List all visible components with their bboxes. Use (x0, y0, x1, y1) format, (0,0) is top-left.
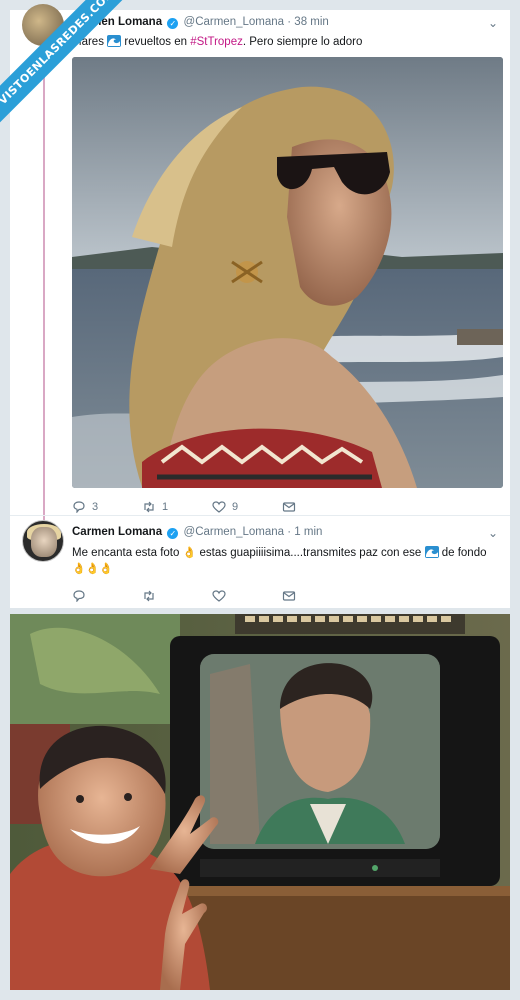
reply-icon (73, 590, 85, 602)
author-handle[interactable]: @Carmen_Lomana (184, 16, 285, 28)
heart-icon (212, 501, 226, 513)
ok-hand-emoji-icon: 👌 (182, 547, 197, 559)
ok-hand-emoji-icon: 👌 (99, 563, 114, 575)
like-count: 9 (232, 501, 239, 513)
like-button[interactable] (212, 590, 282, 602)
retweet-button[interactable] (142, 590, 212, 602)
retweet-button[interactable]: 1 (142, 501, 212, 513)
emoji-row: 👌👌👌 (72, 562, 113, 575)
avatar[interactable] (22, 520, 64, 562)
ok-hand-emoji-icon: 👌 (85, 563, 100, 575)
woman-by-sea-photo (72, 57, 503, 488)
reply-count: 3 (92, 501, 99, 513)
envelope-icon (282, 502, 296, 512)
wave-emoji-icon (424, 546, 439, 558)
retweet-icon (144, 590, 154, 602)
reply-button[interactable] (72, 590, 142, 602)
reply-button[interactable]: 3 (72, 501, 142, 513)
man-pointing-at-tv-picture (10, 614, 510, 990)
reply-icon (73, 501, 85, 513)
like-button[interactable]: 9 (212, 501, 282, 513)
retweet-count: 1 (162, 501, 169, 513)
envelope-icon (282, 591, 296, 601)
chevron-down-icon[interactable]: ⌄ (488, 16, 498, 30)
tweet-photo[interactable] (72, 57, 503, 488)
reaction-meme-image[interactable] (10, 614, 510, 990)
tweet-text-part: Me encanta esta foto (72, 547, 180, 559)
direct-message-button[interactable] (282, 590, 352, 602)
tweet-timestamp[interactable]: 1 min (294, 526, 322, 538)
tweet-actions-bar: 3 1 9 (72, 501, 352, 513)
author-name[interactable]: Carmen Lomana (72, 526, 162, 538)
watermark-ribbon-text: VISTOENLASREDES.COM (0, 0, 130, 124)
tweet-header: Carmen Lomana ✓ @Carmen_Lomana · 1 min (72, 526, 322, 539)
tweet-text-part: estas guapiiiisima....transmites paz con… (199, 547, 422, 559)
tweet-text-part: de fondo (441, 547, 487, 559)
tweet-timestamp[interactable]: 38 min (294, 16, 329, 28)
retweet-icon (144, 501, 154, 513)
tweet-actions-bar (72, 590, 352, 602)
separator-dot: · (287, 526, 292, 538)
tweet-text: Me encanta esta foto 👌 estas guapiiiisim… (72, 546, 486, 559)
author-handle[interactable]: @Carmen_Lomana (184, 526, 285, 538)
heart-icon (212, 590, 226, 602)
ok-hand-emoji-icon: 👌 (72, 563, 86, 575)
page-frame: Carmen Lomana ✓ @Carmen_Lomana · 38 min … (0, 0, 520, 1000)
chevron-down-icon[interactable]: ⌄ (488, 526, 498, 540)
verified-badge-icon: ✓ (167, 528, 179, 539)
watermark-ribbon: VISTOENLASREDES.COM (0, 0, 130, 130)
direct-message-button[interactable] (282, 501, 352, 513)
separator-dot: · (287, 16, 292, 28)
hashtag-link[interactable]: #StTropez (190, 36, 243, 48)
tweet-text-part: . Pero siempre lo adoro (242, 36, 363, 48)
verified-badge-icon: ✓ (167, 18, 179, 29)
tweet-text-part: revueltos en (124, 36, 188, 48)
tweet-reply[interactable]: Carmen Lomana ✓ @Carmen_Lomana · 1 min ⌄… (10, 515, 510, 608)
